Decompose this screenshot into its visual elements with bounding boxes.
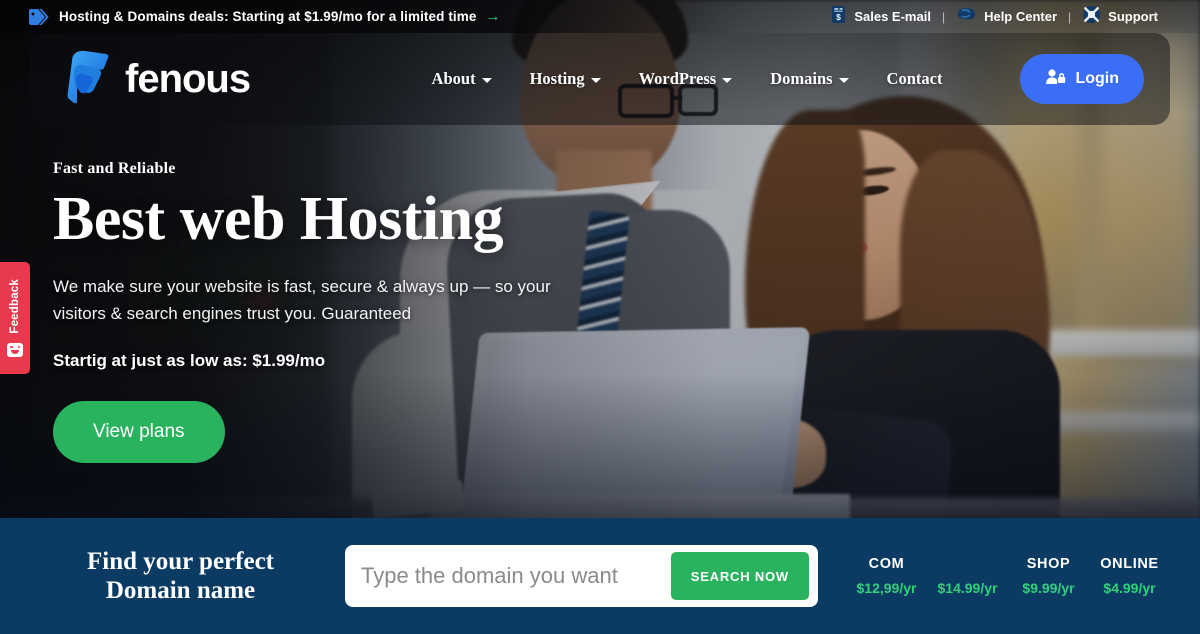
nav-label-wordpress: WordPress (638, 69, 717, 88)
promo-text: Hosting & Domains deals: Starting at $1.… (59, 9, 477, 24)
support-link[interactable]: Support (1082, 5, 1158, 29)
user-lock-icon (1045, 68, 1066, 90)
domain-band-title: Find your perfect Domain name (48, 547, 313, 606)
tld-name (927, 556, 1008, 573)
hero-subtitle: We make sure your website is fast, secur… (53, 276, 551, 323)
tld-item[interactable]: ONLINE $4.99/yr (1089, 556, 1170, 596)
domain-search-input[interactable] (345, 546, 671, 606)
sales-email-link[interactable]: $ Sales E-mail (830, 5, 931, 29)
nav-item-domains[interactable]: Domains (770, 69, 849, 89)
feedback-label: Feedback (9, 279, 21, 334)
fenous-f-logo-icon (66, 49, 112, 110)
tld-price: $14.99/yr (937, 580, 998, 596)
hero-content: Fast and Reliable Best web Hosting We ma… (53, 160, 673, 463)
tld-name: COM (868, 556, 905, 572)
login-label: Login (1075, 70, 1119, 87)
domain-band-title-line1: Find your perfect (86, 547, 274, 575)
svg-text:$: $ (836, 12, 841, 22)
domain-search-band: Find your perfect Domain name SEARCH NOW… (0, 518, 1200, 634)
tld-name: ONLINE (1100, 556, 1159, 572)
utility-separator: | (1068, 9, 1072, 24)
tld-item[interactable]: COM $12,99/yr (846, 556, 927, 596)
main-navigation: About Hosting WordPress Domains Contact (432, 54, 1144, 104)
chevron-down-icon (481, 78, 492, 83)
nav-item-about[interactable]: About (432, 69, 492, 89)
landing-page: Hosting & Domains deals: Starting at $1.… (0, 0, 1200, 634)
support-lifebuoy-icon (1082, 5, 1101, 29)
domain-search-form: SEARCH NOW (345, 545, 818, 607)
sales-email-icon: $ (830, 5, 847, 29)
tag-icon (28, 8, 50, 26)
tld-name: SHOP (1026, 556, 1071, 572)
brand-logo[interactable]: fenous (66, 49, 251, 110)
hero-eyebrow: Fast and Reliable (53, 160, 176, 177)
tld-item[interactable]: SHOP $9.99/yr (1008, 556, 1089, 596)
hero-price-line: Startig at just as low as: $1.99/mo (53, 350, 326, 370)
utility-separator: | (941, 9, 946, 24)
login-button[interactable]: Login (1020, 54, 1144, 104)
nav-item-wordpress[interactable]: WordPress (639, 69, 733, 89)
domain-band-title-line2: Domain name (105, 577, 256, 604)
sales-email-label: Sales E-mail (854, 9, 931, 24)
chevron-down-icon (722, 78, 733, 83)
search-now-button[interactable]: SEARCH NOW (670, 552, 809, 600)
nav-item-hosting[interactable]: Hosting (530, 69, 601, 89)
tld-price: $9.99/yr (1022, 580, 1075, 596)
nav-label-hosting: Hosting (529, 69, 585, 88)
tld-price-list: COM $12,99/yr $14.99/yr SHOP $9.99/yr ON… (846, 556, 1170, 596)
site-header: fenous About Hosting WordPress Domains C… (30, 33, 1170, 125)
utility-links: $ Sales E-mail | Help Center | Support (830, 5, 1158, 29)
chevron-down-icon (838, 78, 849, 83)
smiley-face-icon (7, 342, 23, 357)
hero-title: Best web Hosting (53, 185, 504, 253)
support-label: Support (1108, 9, 1158, 24)
nav-label-domains: Domains (770, 69, 833, 88)
help-center-label: Help Center (984, 9, 1058, 24)
top-utility-bar: Hosting & Domains deals: Starting at $1.… (0, 0, 1200, 33)
tld-price: $4.99/yr (1103, 580, 1156, 596)
feedback-tab[interactable]: Feedback (0, 262, 30, 374)
nav-label-contact: Contact (886, 69, 943, 88)
help-center-link[interactable]: Help Center (956, 5, 1057, 28)
promo-arrow-icon: → (485, 8, 501, 25)
tld-price: $12,99/yr (856, 580, 917, 596)
brand-name: fenous (125, 57, 251, 101)
chevron-down-icon (590, 78, 601, 83)
tld-item[interactable]: $14.99/yr (927, 556, 1008, 596)
help-center-icon (956, 5, 977, 28)
nav-item-contact[interactable]: Contact (887, 69, 943, 89)
view-plans-button[interactable]: View plans (53, 400, 225, 463)
nav-label-about: About (431, 69, 476, 88)
promo-banner[interactable]: Hosting & Domains deals: Starting at $1.… (28, 8, 500, 26)
